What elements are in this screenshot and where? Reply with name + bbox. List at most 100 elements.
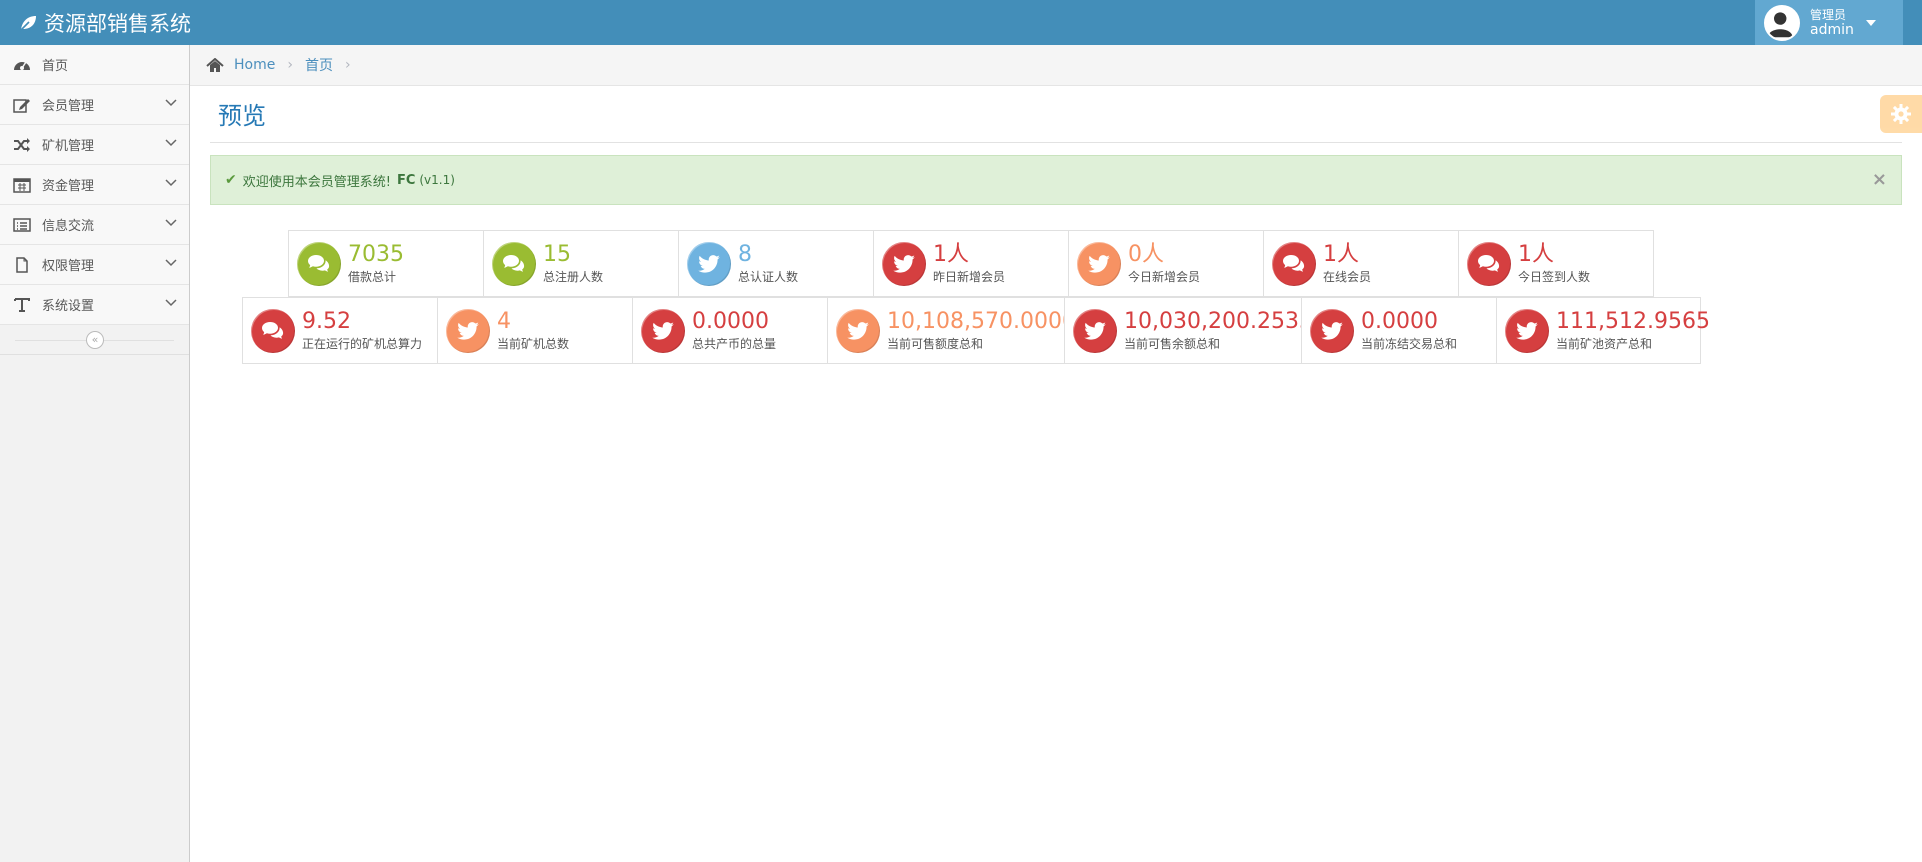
sidebar-item-funds[interactable]: 资金管理 [0, 165, 189, 205]
twitter-icon [687, 241, 731, 286]
sidebar-item-settings[interactable]: 系统设置 [0, 285, 189, 325]
infobox-row1-4: 0人 今日新增会员 [1068, 230, 1264, 297]
user-role: 管理员 [1810, 7, 1847, 22]
check-icon: ✔ [225, 172, 237, 188]
infobox-label: 正在运行的矿机总算力 [302, 337, 423, 351]
twitter-icon [641, 308, 685, 353]
infobox-label: 当前可售额度总和 [887, 337, 984, 351]
text-icon [12, 297, 32, 313]
sidebar-item-member[interactable]: 会员管理 [0, 85, 189, 125]
infobox-value: 1人 [933, 242, 969, 267]
chevron-down-icon [165, 179, 177, 187]
file-icon [12, 256, 32, 273]
chevron-down-icon [165, 299, 177, 307]
infobox-value: 7035 [348, 242, 404, 267]
settings-toggle[interactable] [1880, 95, 1922, 133]
comments-icon [297, 241, 341, 286]
infobox-label: 今日新增会员 [1128, 270, 1201, 284]
home-icon [206, 57, 224, 72]
breadcrumb-home-link[interactable]: Home [234, 57, 275, 73]
sidebar: 首页 会员管理 矿机管理 资金管理 信息交流 权限管理 系统设置 « [0, 45, 190, 862]
sidebar-item-messages[interactable]: 信息交流 [0, 205, 189, 245]
navbar: 资源部销售系统 管理员 admin [0, 0, 1922, 45]
infobox-value: 1人 [1518, 242, 1554, 267]
twitter-icon [836, 308, 880, 353]
welcome-alert: ✔ 欢迎使用本会员管理系统! FC (v1.1) × [210, 155, 1902, 205]
breadcrumb-separator: › [287, 57, 293, 73]
twitter-icon [882, 241, 926, 286]
comments-icon [1272, 241, 1316, 286]
infobox-row2-3: 10,108,570.0000 当前可售额度总和 [827, 297, 1076, 364]
infobox-row2-2: 0.0000 总共产币的总量 [632, 297, 828, 364]
infobox-label: 当前冻结交易总和 [1361, 337, 1458, 351]
caret-down-icon [1865, 19, 1876, 26]
sidebar-item-label: 会员管理 [42, 99, 95, 114]
page-title: 预览 [218, 102, 266, 130]
chevron-down-icon [165, 99, 177, 107]
twitter-icon [1505, 308, 1549, 353]
double-left-icon[interactable]: « [86, 331, 104, 349]
chevron-down-icon [165, 139, 177, 147]
infobox-row1-6: 1人今日签到人数 [1458, 230, 1654, 297]
breadcrumb: Home › 首页 › [190, 45, 1922, 86]
infobox-label: 当前矿机总数 [497, 337, 570, 351]
infobox-row2-0: 9.52 正在运行的矿机总算力 [242, 297, 438, 364]
infobox-row1-5: 1人在线会员 [1263, 230, 1459, 297]
app-title: 资源部销售系统 [44, 11, 191, 36]
alert-brand: FC [396, 172, 416, 188]
infobox-value: 10,030,200.2535 [1124, 309, 1313, 334]
infobox-label: 总共产币的总量 [692, 337, 777, 351]
alert-message: 欢迎使用本会员管理系统! [242, 174, 391, 190]
twitter-icon [1310, 308, 1354, 353]
comments-icon [1467, 241, 1511, 286]
avatar [1764, 4, 1800, 41]
sidebar-item-label: 首页 [42, 59, 69, 74]
infobox-value: 8 [738, 242, 752, 267]
sidebar-item-label: 系统设置 [42, 299, 95, 314]
infobox-row1-2: 8 总认证人数 [678, 230, 874, 297]
sidebar-item-label: 信息交流 [42, 219, 95, 234]
infobox-label: 今日签到人数 [1518, 270, 1591, 284]
infobox-row2-5: 0.0000 当前冻结交易总和 [1301, 297, 1497, 364]
infobox-label: 昨日新增会员 [933, 270, 1006, 284]
infobox-value: 4 [497, 309, 511, 334]
sidebar-item-miner[interactable]: 矿机管理 [0, 125, 189, 165]
infobox-label: 借款总计 [348, 270, 397, 284]
breadcrumb-current-link[interactable]: 首页 [305, 55, 333, 75]
comments-icon [251, 308, 295, 353]
infobox-value: 0.0000 [1361, 309, 1438, 334]
infobox-value: 0.0000 [692, 309, 769, 334]
infobox-label: 当前矿池资产总和 [1556, 337, 1653, 351]
infobox-value: 1人 [1323, 242, 1359, 267]
infobox-value: 9.52 [302, 309, 351, 334]
divider [210, 142, 1902, 143]
twitter-icon [1077, 241, 1121, 286]
calendar-icon [12, 177, 32, 193]
alert-version: (v1.1) [419, 173, 455, 187]
infobox-row1-0: 7035 借款总计 [288, 230, 484, 297]
infobox-row1-3: 1人昨日新增会员 [873, 230, 1069, 297]
sidebar-item-label: 权限管理 [42, 259, 95, 274]
twitter-icon [446, 308, 490, 353]
infobox-label: 总认证人数 [738, 270, 799, 284]
sidebar-item-permissions[interactable]: 权限管理 [0, 245, 189, 285]
dashboard-icon [12, 57, 32, 73]
infobox-row: 9.52 正在运行的矿机总算力 4 当前矿机总数 0.0000 总共产币的总量 10,108… [242, 297, 1710, 364]
infobox-row: 7035 借款总计 15 总注册人数 8 总认证人数 1人 昨日新增会员 0人 今日新增会员 1人在… [288, 230, 1654, 297]
twitter-icon [1073, 308, 1117, 353]
comments-icon [492, 241, 536, 286]
sidebar-item-label: 资金管理 [42, 179, 95, 194]
infobox-label: 在线会员 [1323, 270, 1372, 284]
infobox-value: 15 [543, 242, 571, 267]
list-icon [12, 217, 32, 233]
breadcrumb-separator: › [344, 57, 351, 73]
infobox-value: 10,108,570.0000 [887, 309, 1076, 334]
user-menu[interactable]: 管理员 admin [1755, 0, 1903, 45]
gear-icon [1891, 104, 1911, 124]
sidebar-item-home[interactable]: 首页 [0, 45, 189, 85]
infobox-row2-6: 111,512.9565 当前矿池资产总和 [1496, 297, 1710, 364]
infobox-label: 总注册人数 [543, 270, 604, 284]
infobox-row2-4: 10,030,200.2535 当前可售余额总和 [1064, 297, 1313, 364]
brand-link[interactable]: 资源部销售系统 [18, 0, 191, 45]
close-icon[interactable]: × [1872, 169, 1887, 190]
